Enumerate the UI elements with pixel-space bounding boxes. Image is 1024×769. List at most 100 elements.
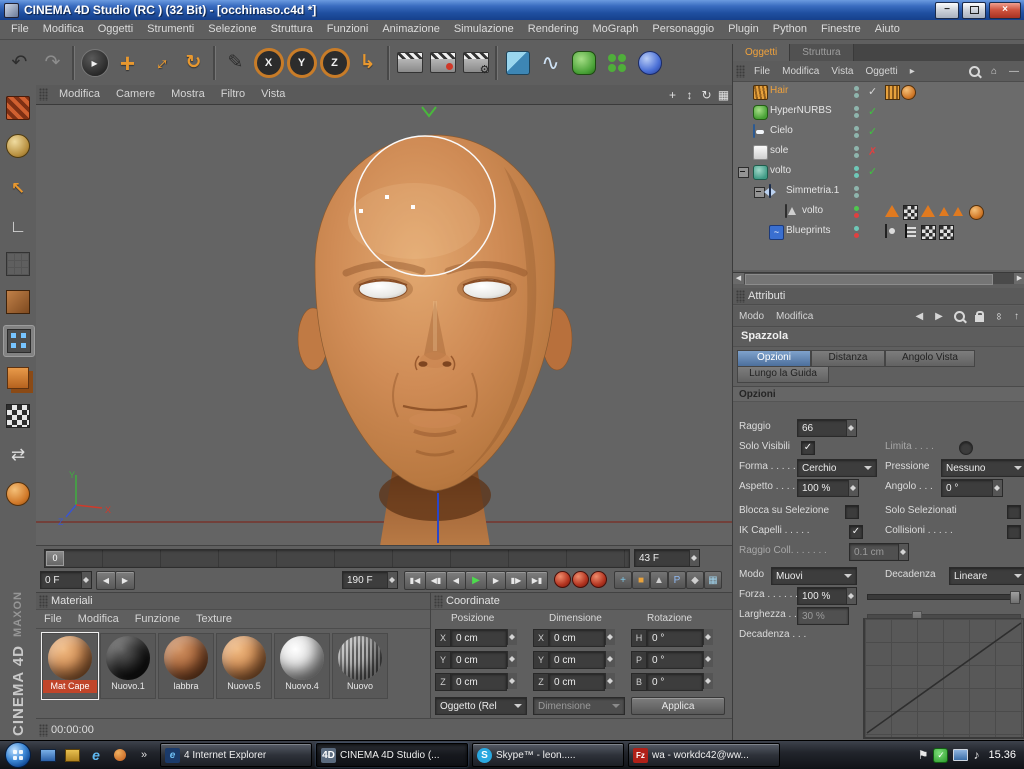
minimize-button[interactable]: − [935, 1, 959, 19]
menu-rendering[interactable]: Rendering [521, 20, 586, 39]
material-thumbnail[interactable] [280, 636, 324, 680]
search-icon[interactable] [968, 65, 980, 77]
tab-oggetti[interactable]: Oggetti [733, 44, 791, 61]
panel-grip[interactable] [736, 64, 745, 78]
material-item[interactable]: Nuovo.1 [100, 633, 156, 699]
tray-flag-icon[interactable]: ⚑ [918, 749, 929, 761]
menu-selezione[interactable]: Selezione [201, 20, 263, 39]
record-options-button[interactable] [590, 571, 607, 588]
network-icon[interactable] [953, 749, 969, 761]
texture-tag-icon[interactable] [921, 225, 936, 240]
step-forward-button[interactable]: ▶ [115, 571, 135, 590]
menu-funzioni[interactable]: Funzioni [320, 20, 376, 39]
zoom-view-icon[interactable]: ↕ [681, 87, 698, 102]
panel-grip[interactable] [434, 594, 443, 608]
render-view-button[interactable] [393, 45, 426, 81]
solo-visibili-checkbox[interactable] [801, 441, 815, 455]
live-selection-tool[interactable]: ▸ [78, 45, 111, 81]
step-back-button[interactable]: ◀ [96, 571, 116, 590]
lock-icon[interactable] [974, 310, 984, 322]
keyframe-position-icon[interactable]: + [614, 571, 632, 589]
history-back-icon[interactable]: ◀ [909, 311, 929, 322]
add-hypernurbs-button[interactable] [567, 45, 600, 81]
menu-strumenti[interactable]: Strumenti [140, 20, 201, 39]
title-bar[interactable]: CINEMA 4D Studio (RC ) (32 Bit) - [occhi… [0, 0, 1024, 20]
menu-modifica[interactable]: Modifica [36, 20, 91, 39]
coordinate-system-button[interactable]: ↳ [351, 45, 384, 81]
material-item[interactable]: Nuovo [332, 633, 388, 699]
menu-finestre[interactable]: Finestre [814, 20, 868, 39]
visibility-dots[interactable] [854, 226, 859, 238]
obj-menu-vista[interactable]: Vista [825, 66, 859, 77]
edge-mode-button[interactable] [3, 363, 33, 393]
forza-field[interactable]: 100 % [797, 587, 857, 605]
materials-menu-modifica[interactable]: Modifica [70, 613, 127, 625]
angolo-field[interactable]: 0 ° [941, 479, 1003, 497]
collisioni-checkbox[interactable] [1007, 525, 1021, 539]
options-section-header[interactable]: Opzioni [733, 386, 1024, 402]
dimension-z-field[interactable]: 0 cm [549, 673, 605, 691]
position-y-field[interactable]: 0 cm [451, 651, 507, 669]
slider-thumb[interactable] [1010, 591, 1020, 604]
timeline-grid-icon[interactable]: ▦ [704, 571, 722, 589]
end-frame-field[interactable]: 190 F [342, 571, 398, 589]
material-thumbnail[interactable] [106, 636, 150, 680]
dimension-x-field[interactable]: 0 cm [549, 629, 605, 647]
larghezza-field[interactable]: 30 % [797, 607, 849, 625]
tree-row-hypernurbs[interactable]: HyperNURBS ✓ [733, 102, 1024, 122]
uvw-tag-icon[interactable] [903, 205, 918, 220]
obj-menu-file[interactable]: File [748, 66, 776, 77]
media-quicklaunch-icon[interactable] [110, 745, 130, 765]
keyframe-pla-icon[interactable]: ◆ [686, 571, 704, 589]
material-thumbnail[interactable] [48, 636, 92, 680]
decadenza-dropdown[interactable]: Lineare [949, 567, 1024, 585]
add-mograph-button[interactable] [600, 45, 633, 81]
spinner[interactable] [605, 673, 615, 689]
raggio-coll-field[interactable]: 0.1 cm [849, 543, 909, 561]
materials-menu-file[interactable]: File [36, 613, 70, 625]
attr-menu-modifica[interactable]: Modifica [770, 311, 819, 322]
hair-material-tag-icon[interactable] [885, 85, 900, 100]
menu-oggetti[interactable]: Oggetti [91, 20, 140, 39]
dimension-mode-dropdown[interactable]: Dimensione [533, 697, 625, 715]
selection-tag-icon[interactable] [921, 205, 935, 217]
taskbar-clock[interactable]: 15.36 [988, 749, 1016, 761]
scrollbar-thumb[interactable] [745, 274, 993, 285]
start-frame-field[interactable]: 0 F [40, 571, 92, 589]
menu-file[interactable]: File [4, 20, 36, 39]
apply-button[interactable]: Applica [631, 697, 725, 715]
scale-tool[interactable]: ↔ [144, 45, 177, 81]
rotate-tool[interactable]: ↻ [177, 45, 210, 81]
visibility-dots[interactable] [854, 126, 859, 138]
panel-grip[interactable] [39, 723, 48, 737]
visibility-dots[interactable] [854, 206, 859, 218]
menu-struttura[interactable]: Struttura [264, 20, 320, 39]
spinner[interactable] [898, 544, 908, 560]
material-item[interactable]: Mat Cape [41, 632, 99, 700]
spinner[interactable] [605, 629, 615, 645]
ik-capelli-checkbox[interactable] [849, 525, 863, 539]
attr-menu-modo[interactable]: Modo [733, 311, 770, 322]
tree-row-blueprints[interactable]: ~ Blueprints [733, 222, 1024, 242]
vp-menu-filtro[interactable]: Filtro [213, 85, 253, 104]
add-cube-button[interactable] [501, 45, 534, 81]
selection-tag-icon[interactable] [939, 207, 949, 216]
aspetto-field[interactable]: 100 % [797, 479, 859, 497]
material-item[interactable]: labbra [158, 633, 214, 699]
tree-row-volto-child[interactable]: volto [733, 202, 1024, 222]
spinner[interactable] [703, 673, 713, 689]
enabled-check-icon[interactable]: ✓ [868, 165, 877, 178]
current-frame-thumb[interactable]: 0 [46, 551, 64, 566]
material-tag-icon[interactable] [969, 205, 984, 220]
lock-y-button[interactable]: Y [285, 45, 318, 81]
rotation-p-field[interactable]: 0 ° [647, 651, 703, 669]
object-mode-dropdown[interactable]: Oggetto (Rel [435, 697, 527, 715]
keyframe-scale-icon[interactable]: ■ [632, 571, 650, 589]
quicklaunch-chevron-icon[interactable]: » [134, 745, 154, 765]
ie-quicklaunch-icon[interactable]: e [86, 745, 106, 765]
model-mode-button[interactable] [3, 249, 33, 279]
prev-frame-button[interactable]: ◀ [446, 571, 466, 590]
spinner[interactable] [507, 673, 517, 689]
visibility-dots[interactable] [854, 166, 859, 178]
tree-row-volto[interactable]: volto ✓ [733, 162, 1024, 182]
